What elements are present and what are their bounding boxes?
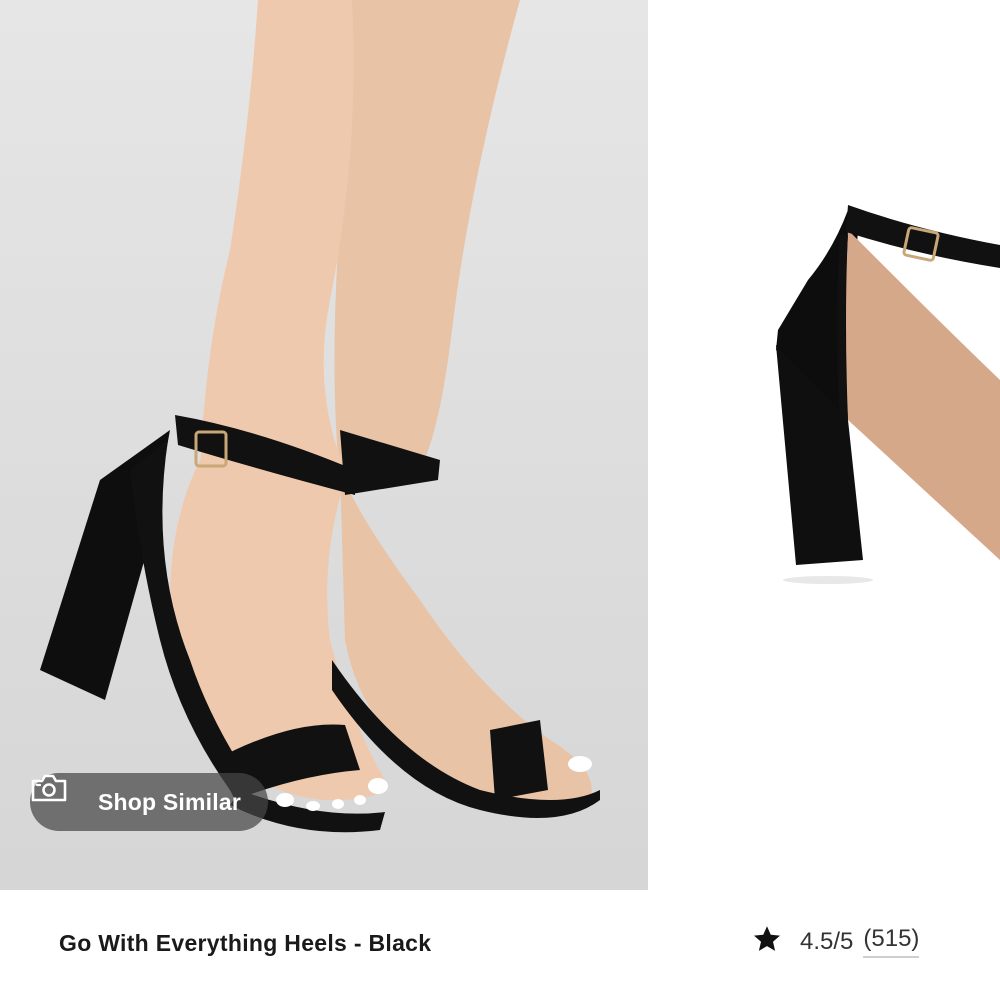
- camera-icon: [31, 774, 84, 817]
- product-image-gallery[interactable]: Shop Similar: [0, 0, 1000, 890]
- shop-similar-button[interactable]: Shop Similar: [30, 773, 268, 831]
- product-title[interactable]: Go With Everything Heels - Black: [59, 930, 431, 957]
- product-rating[interactable]: 4.5/5 (515): [752, 924, 920, 959]
- rating-score: 4.5/5: [800, 927, 854, 955]
- shop-similar-label: Shop Similar: [98, 788, 241, 815]
- product-photo-side-view[interactable]: [648, 0, 1000, 890]
- model-legs-illustration: [40, 0, 600, 833]
- shoe-side-illustration: [776, 205, 1000, 584]
- star-icon: [752, 924, 782, 959]
- review-count-link[interactable]: (515): [863, 925, 920, 958]
- product-info-bar: Go With Everything Heels - Black 4.5/5 (…: [0, 890, 1000, 998]
- product-photo-on-model[interactable]: Shop Similar: [0, 0, 648, 890]
